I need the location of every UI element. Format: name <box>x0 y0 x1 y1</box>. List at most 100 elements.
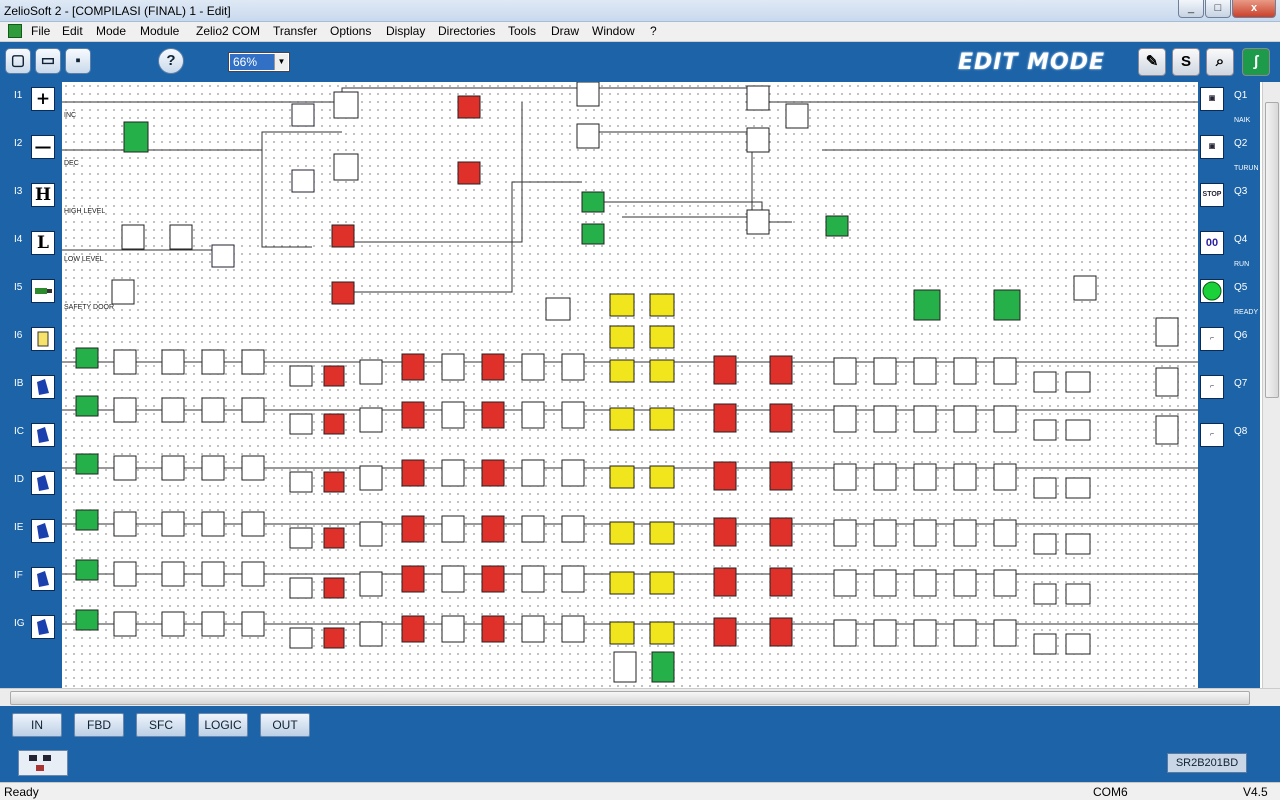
timer-block[interactable] <box>333 153 359 181</box>
and-block[interactable] <box>441 615 465 643</box>
not-block[interactable] <box>825 215 849 237</box>
and-block[interactable] <box>785 103 809 129</box>
output-motor-icon[interactable]: ▣ <box>1200 135 1224 159</box>
gate-block[interactable] <box>241 561 265 587</box>
display-block[interactable] <box>609 465 635 489</box>
display-block[interactable] <box>649 465 675 489</box>
input-sensor-icon[interactable] <box>31 615 55 639</box>
compare-block[interactable] <box>481 565 505 593</box>
gate-block[interactable] <box>161 611 185 637</box>
gate-block[interactable] <box>161 397 185 423</box>
gate-block[interactable] <box>833 357 857 385</box>
register-block[interactable] <box>289 413 313 435</box>
num-block[interactable] <box>291 169 315 193</box>
gate-block[interactable] <box>913 357 937 385</box>
not-block[interactable] <box>75 559 99 581</box>
shift-block[interactable] <box>323 577 345 599</box>
maximize-icon[interactable]: □ <box>1205 0 1231 18</box>
help-button[interactable]: ? <box>158 48 184 74</box>
display-block[interactable] <box>649 621 675 645</box>
gate-block[interactable] <box>873 519 897 547</box>
gate-block[interactable] <box>873 569 897 597</box>
maxmin-block[interactable] <box>769 567 793 597</box>
edit-mode-icon[interactable]: ✎ <box>1138 48 1166 76</box>
or-block[interactable] <box>561 565 585 593</box>
or-block[interactable] <box>561 459 585 487</box>
gate-block[interactable] <box>833 619 857 647</box>
display-block[interactable] <box>609 621 635 645</box>
maxmin-block[interactable] <box>713 403 737 433</box>
gate-block[interactable] <box>201 455 225 481</box>
menu-mode[interactable]: Mode <box>96 24 126 38</box>
menu-edit[interactable]: Edit <box>62 24 83 38</box>
compare-block[interactable] <box>331 224 355 248</box>
register-block[interactable] <box>1033 419 1057 441</box>
gate-block[interactable] <box>873 619 897 647</box>
output-run-icon[interactable]: 00 <box>1200 231 1224 255</box>
tab-in[interactable]: IN <box>12 713 62 737</box>
scroll-thumb[interactable] <box>10 691 1250 705</box>
compare-block[interactable] <box>331 281 355 305</box>
gate-block[interactable] <box>113 349 137 375</box>
gate-block[interactable] <box>201 397 225 423</box>
input-minus-icon[interactable]: — <box>31 135 55 159</box>
display-block[interactable] <box>649 359 675 383</box>
shift-block[interactable] <box>323 471 345 493</box>
timer-block[interactable] <box>359 465 383 491</box>
or-block[interactable] <box>561 353 585 381</box>
not-block[interactable] <box>75 395 99 417</box>
or-block[interactable] <box>111 279 135 305</box>
menu-draw[interactable]: Draw <box>551 24 579 38</box>
gate-block[interactable] <box>833 569 857 597</box>
num-block[interactable] <box>1065 633 1091 655</box>
maxmin-block[interactable] <box>769 517 793 547</box>
compare-block[interactable] <box>481 353 505 381</box>
gate-block[interactable] <box>993 357 1017 385</box>
input-contact-icon[interactable] <box>31 327 55 351</box>
compare-block[interactable] <box>481 459 505 487</box>
gate-block[interactable] <box>241 397 265 423</box>
and-block[interactable] <box>441 353 465 381</box>
compare-block[interactable] <box>401 515 425 543</box>
maxmin-block[interactable] <box>713 517 737 547</box>
num-block[interactable] <box>1065 533 1091 555</box>
maxmin-block[interactable] <box>769 617 793 647</box>
output-pulse-icon[interactable]: ⌐ <box>1200 375 1224 399</box>
gate-block[interactable] <box>241 349 265 375</box>
gate-block[interactable] <box>873 463 897 491</box>
and-block[interactable] <box>521 615 545 643</box>
input-sensor-icon[interactable] <box>31 567 55 591</box>
horizontal-scrollbar[interactable] <box>0 688 1280 706</box>
preset-block[interactable] <box>913 289 941 321</box>
output-stop-icon[interactable]: STOP <box>1200 183 1224 207</box>
gate-block[interactable] <box>873 357 897 385</box>
save-icon[interactable]: ▪ <box>65 48 91 74</box>
or-block[interactable] <box>121 224 145 250</box>
register-block[interactable] <box>1033 533 1057 555</box>
register-block[interactable] <box>289 471 313 493</box>
maxmin-block[interactable] <box>713 617 737 647</box>
timer-block[interactable] <box>359 359 383 385</box>
display-block[interactable] <box>609 293 635 317</box>
compare-block[interactable] <box>401 401 425 429</box>
gate-block[interactable] <box>201 349 225 375</box>
module-view-icon[interactable] <box>18 750 68 776</box>
and-block[interactable] <box>1073 275 1097 301</box>
display-block[interactable] <box>649 521 675 545</box>
and-block[interactable] <box>576 81 600 107</box>
compare-block[interactable] <box>401 565 425 593</box>
zoom-select[interactable]: 66% ▼ <box>228 52 290 72</box>
display-block[interactable] <box>609 325 635 349</box>
or-block[interactable] <box>561 615 585 643</box>
open-folder-icon[interactable]: ▭ <box>35 48 61 74</box>
or-block[interactable] <box>1155 415 1179 445</box>
register-block[interactable] <box>289 527 313 549</box>
display-block[interactable] <box>649 293 675 317</box>
menu-help[interactable]: ? <box>650 24 657 38</box>
or-block[interactable] <box>561 401 585 429</box>
not-block[interactable] <box>581 191 605 213</box>
compare-block[interactable] <box>457 95 481 119</box>
close-icon[interactable]: x <box>1232 0 1276 18</box>
and-block[interactable] <box>613 651 637 683</box>
monitor-icon[interactable]: ⌕ <box>1206 48 1234 76</box>
